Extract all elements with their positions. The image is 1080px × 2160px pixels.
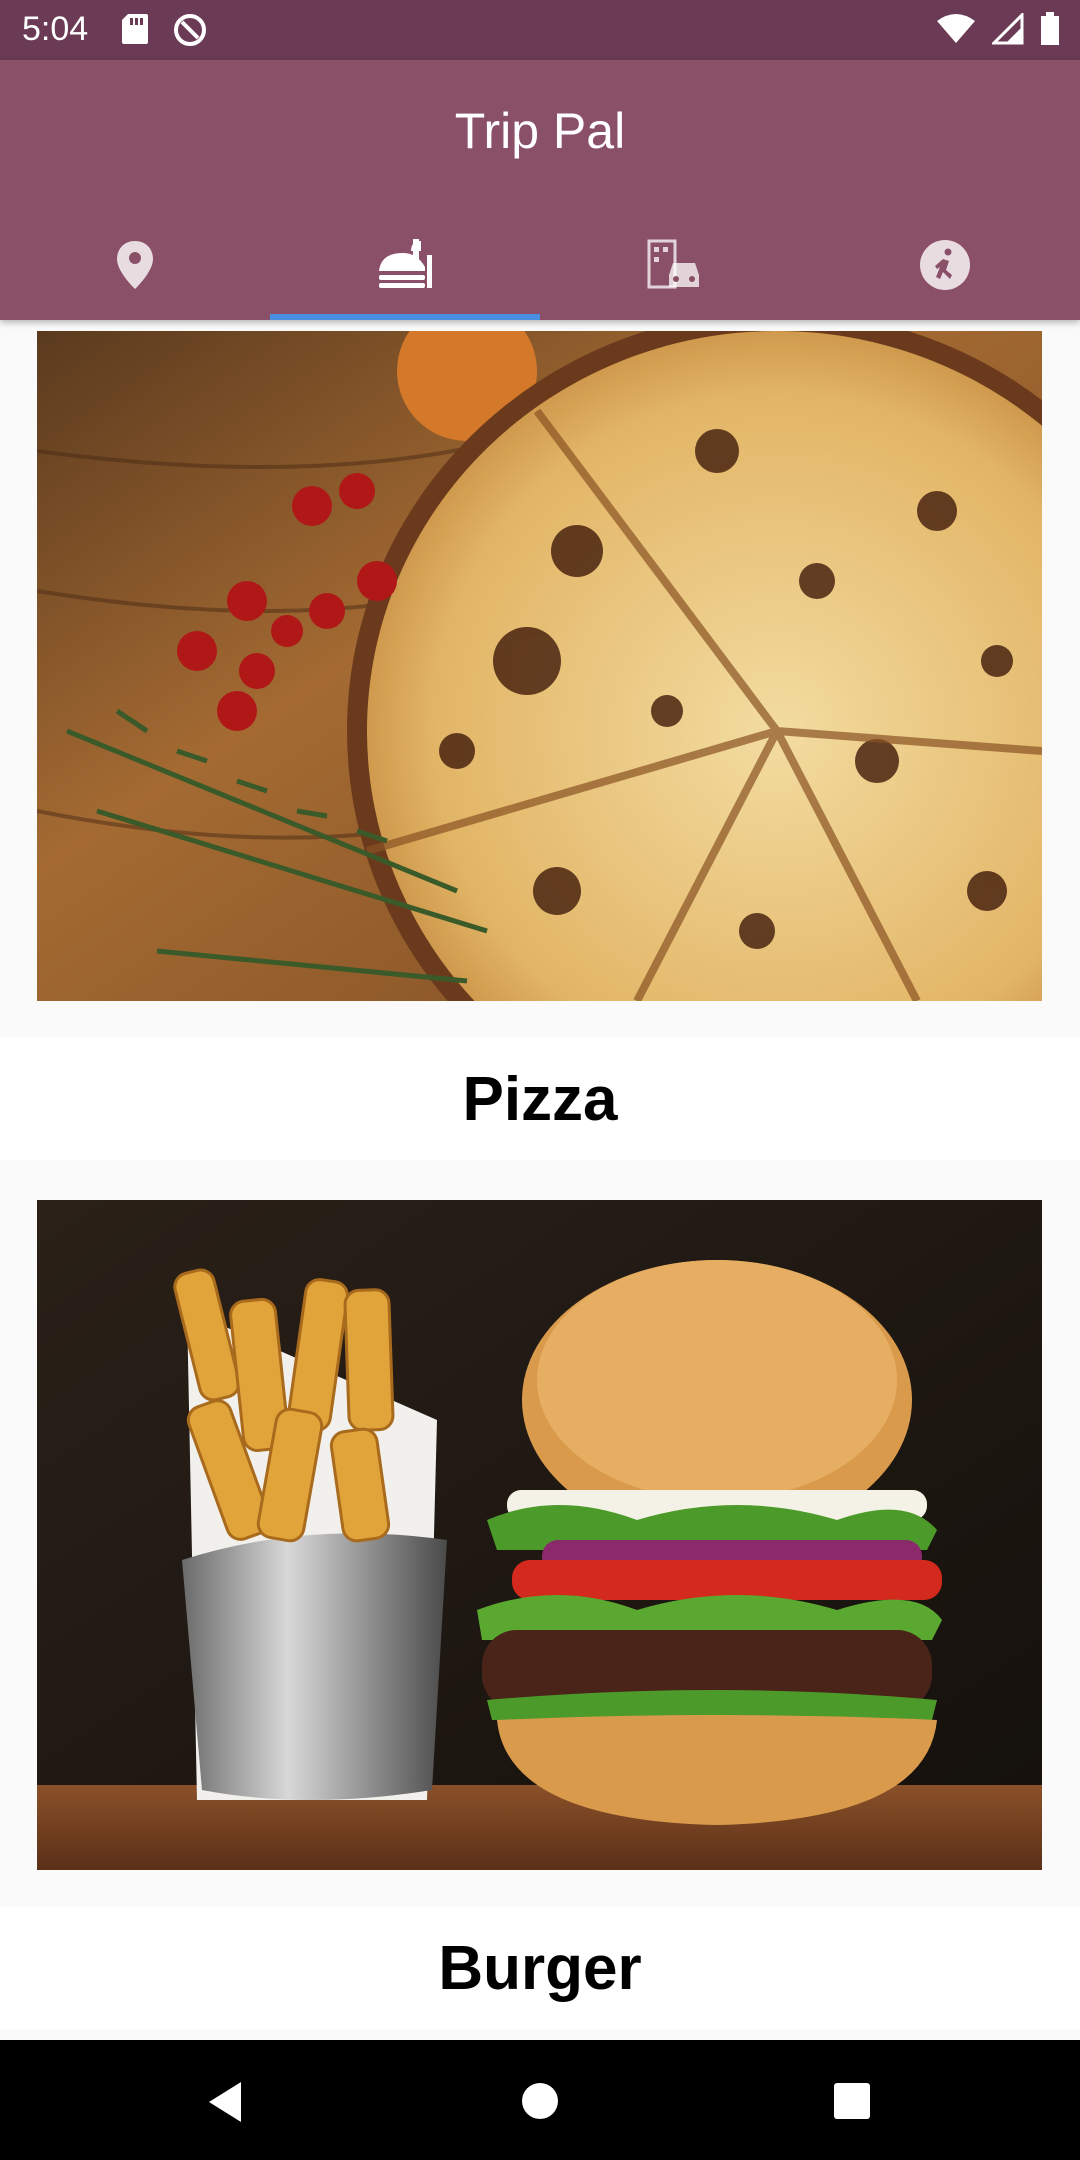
status-bar: 5:04: [0, 0, 1080, 60]
activity-run-icon: [920, 240, 970, 290]
tab-transport[interactable]: [540, 210, 810, 320]
location-pin-icon: [117, 241, 153, 289]
tab-food[interactable]: [270, 210, 540, 320]
burger-photo: [37, 1200, 1042, 1870]
home-icon[interactable]: [521, 2082, 559, 2120]
food-list[interactable]: Pizza Burger: [0, 320, 1080, 2040]
back-icon[interactable]: [205, 2080, 245, 2124]
pizza-label: Pizza: [0, 1038, 1080, 1160]
battery-icon: [1041, 12, 1059, 45]
app-title: Trip Pal: [454, 103, 626, 159]
signal-icon: [992, 13, 1024, 45]
restaurant-icon: [379, 239, 432, 288]
recents-icon[interactable]: [833, 2082, 871, 2120]
system-nav-bar: [0, 2040, 1080, 2160]
app-bar: Trip Pal: [0, 60, 1080, 320]
hotel-taxi-icon: [647, 239, 699, 289]
tab-places[interactable]: [0, 210, 270, 320]
pizza-image[interactable]: [37, 331, 1042, 1001]
tab-bar: [0, 210, 1080, 320]
sd-card-icon: [122, 14, 148, 44]
burger-image[interactable]: [37, 1200, 1042, 1870]
data-saver-icon: [174, 14, 206, 46]
tab-activities[interactable]: [810, 210, 1080, 320]
wifi-icon: [937, 14, 975, 43]
status-time: 5:04: [22, 10, 89, 48]
pizza-photo: [37, 331, 1042, 1001]
tab-indicator: [270, 314, 540, 320]
burger-label: Burger: [0, 1907, 1080, 2029]
